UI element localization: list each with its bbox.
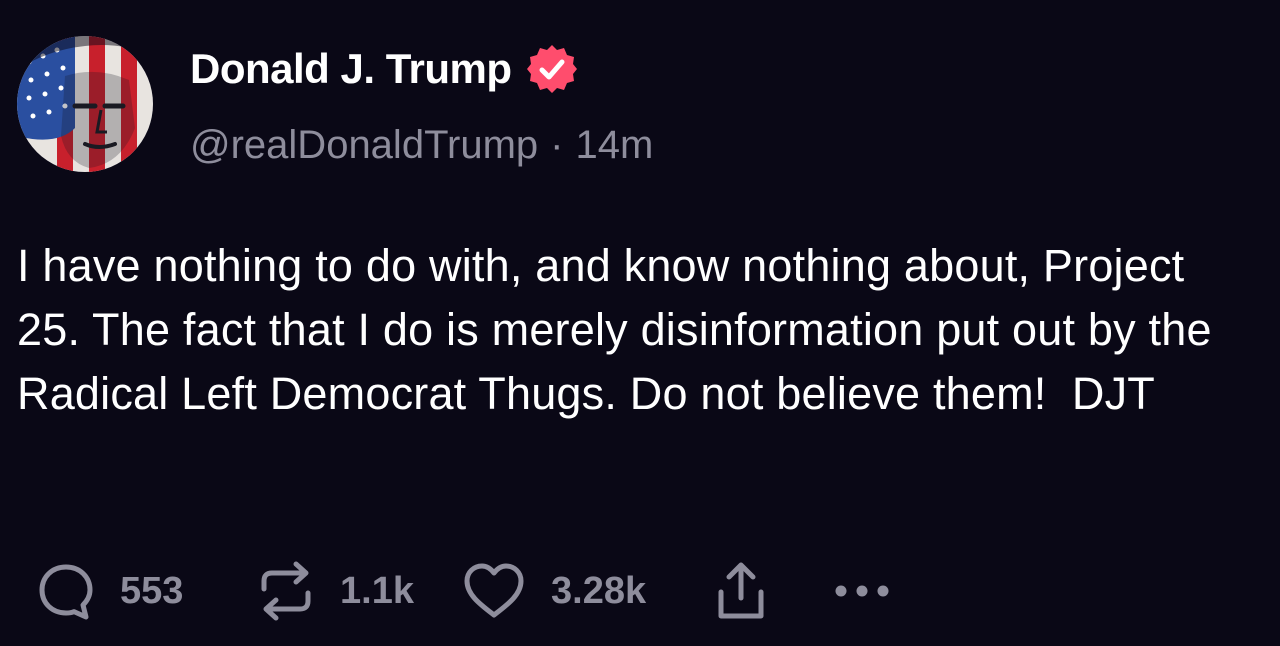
more-options-button[interactable] (831, 581, 895, 601)
reply-button[interactable]: 553 (36, 561, 256, 621)
share-icon (711, 558, 771, 624)
verified-badge-icon (526, 43, 578, 95)
flag-face-avatar-icon (17, 36, 153, 172)
reply-icon (36, 561, 96, 621)
meta-separator: · (550, 122, 564, 167)
post-meta: @realDonaldTrump · 14m (190, 120, 653, 170)
post-body: I have nothing to do with, and know noth… (17, 240, 1225, 419)
reply-count: 553 (120, 569, 184, 612)
author-display-name[interactable]: Donald J. Trump (190, 45, 512, 93)
repost-button[interactable]: 1.1k (256, 559, 461, 623)
repost-count: 1.1k (340, 569, 414, 612)
heart-icon (461, 561, 527, 621)
like-count: 3.28k (551, 569, 647, 612)
post-card: Donald J. Trump @realDonaldTrump · 14m I… (0, 0, 1280, 646)
repost-icon (256, 559, 316, 623)
like-button[interactable]: 3.28k (461, 561, 711, 621)
avatar[interactable] (17, 36, 153, 172)
post-timestamp[interactable]: 14m (575, 123, 653, 168)
post-actions: 553 1.1k 3.28k (36, 556, 895, 626)
more-icon (831, 581, 895, 601)
share-button[interactable] (711, 558, 831, 624)
author-handle[interactable]: @realDonaldTrump (190, 123, 538, 168)
author-name-row: Donald J. Trump (190, 42, 578, 96)
